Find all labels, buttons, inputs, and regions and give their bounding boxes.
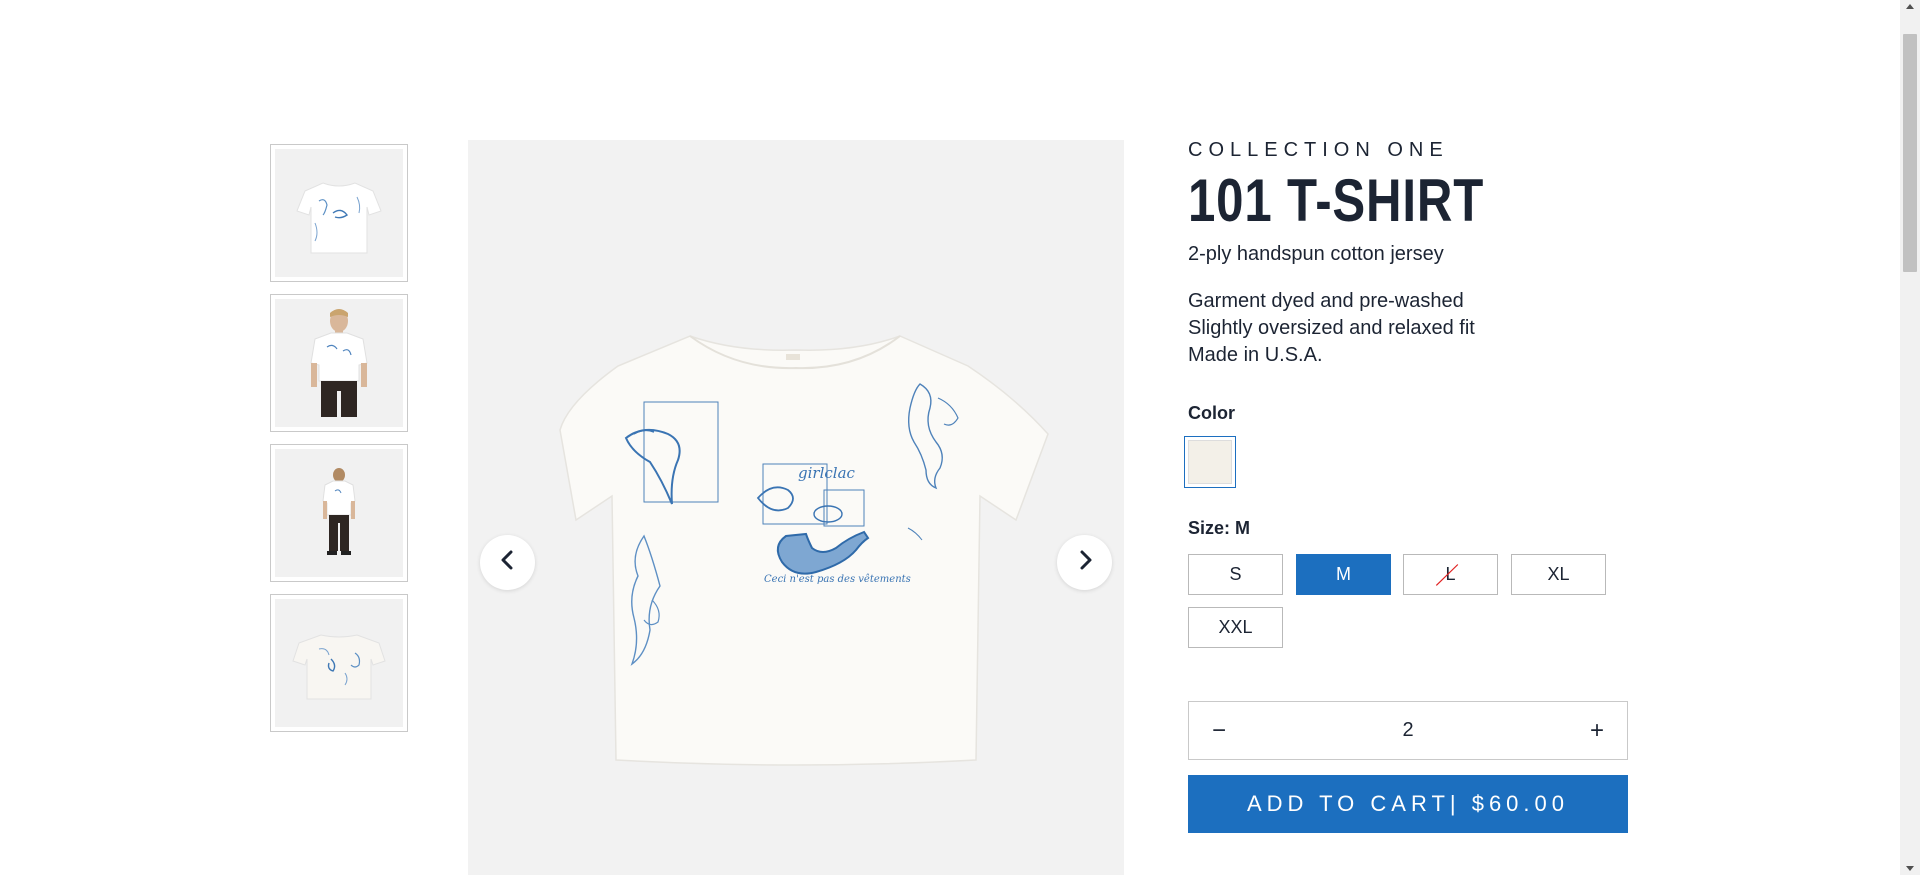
- color-swatch-button[interactable]: [1184, 436, 1236, 488]
- size-option-label: XL: [1547, 564, 1570, 584]
- print-text-top: girlclac: [798, 464, 856, 482]
- scroll-up-icon[interactable]: [1906, 4, 1914, 9]
- scroll-down-icon[interactable]: [1906, 866, 1914, 871]
- thumbnail-image-tshirt-back: [275, 599, 403, 727]
- previous-image-button[interactable]: [480, 535, 535, 590]
- add-to-cart-button[interactable]: ADD TO CART| $60.00: [1188, 775, 1628, 833]
- size-option-label: L: [1445, 564, 1456, 584]
- product-page: girlclac Ceci n'est pas des vêtements CO…: [0, 0, 1920, 875]
- chevron-left-icon: [497, 549, 519, 576]
- color-swatch: [1188, 440, 1232, 484]
- next-image-button[interactable]: [1057, 535, 1112, 590]
- collection-name: COLLECTION ONE: [1188, 139, 1449, 161]
- feature-list: Garment dyed and pre-washed Slightly ove…: [1188, 288, 1628, 369]
- size-option-label: XXL: [1218, 617, 1253, 637]
- feature-item: Garment dyed and pre-washed: [1188, 290, 1464, 312]
- thumbnail-2[interactable]: [270, 294, 408, 432]
- quantity-value[interactable]: 2: [1249, 719, 1567, 742]
- thumbnail-image-tshirt-front: [275, 149, 403, 277]
- feature-item: Made in U.S.A.: [1188, 344, 1323, 366]
- thumbnail-4[interactable]: [270, 594, 408, 732]
- product-title: 101 T-SHIRT: [1188, 167, 1485, 234]
- size-option-s[interactable]: S: [1188, 554, 1283, 595]
- print-text: Ceci n'est pas des vêtements: [764, 574, 911, 585]
- chevron-right-icon: [1074, 549, 1096, 576]
- product-subtitle: 2-ply handspun cotton jersey: [1188, 243, 1444, 265]
- size-label: Size: M: [1188, 518, 1251, 538]
- size-option-label: S: [1229, 564, 1242, 584]
- quantity-stepper: − 2 +: [1188, 701, 1628, 760]
- size-option-m[interactable]: M: [1296, 554, 1391, 595]
- page-scrollbar[interactable]: [1900, 0, 1920, 875]
- thumbnail-list: [270, 144, 408, 744]
- thumbnail-image-model-back: [275, 449, 403, 577]
- scrollbar-thumb[interactable]: [1903, 34, 1917, 272]
- thumbnail-3[interactable]: [270, 444, 408, 582]
- main-product-image: girlclac Ceci n'est pas des vêtements: [468, 140, 1124, 875]
- size-option-xxl[interactable]: XXL: [1188, 607, 1283, 648]
- size-option-label: M: [1336, 564, 1351, 584]
- size-option-xl[interactable]: XL: [1511, 554, 1606, 595]
- color-label: Color: [1188, 403, 1235, 423]
- product-info: COLLECTION ONE 101 T-SHIRT 2-ply handspu…: [1184, 138, 1628, 833]
- quantity-increase-button[interactable]: +: [1567, 702, 1627, 759]
- thumbnail-1[interactable]: [270, 144, 408, 282]
- quantity-decrease-button[interactable]: −: [1189, 702, 1249, 759]
- size-option-l[interactable]: L: [1403, 554, 1498, 595]
- feature-item: Slightly oversized and relaxed fit: [1188, 317, 1475, 339]
- thumbnail-image-model-front: [275, 299, 403, 427]
- tshirt-illustration: girlclac Ceci n'est pas des vêtements: [559, 335, 1049, 766]
